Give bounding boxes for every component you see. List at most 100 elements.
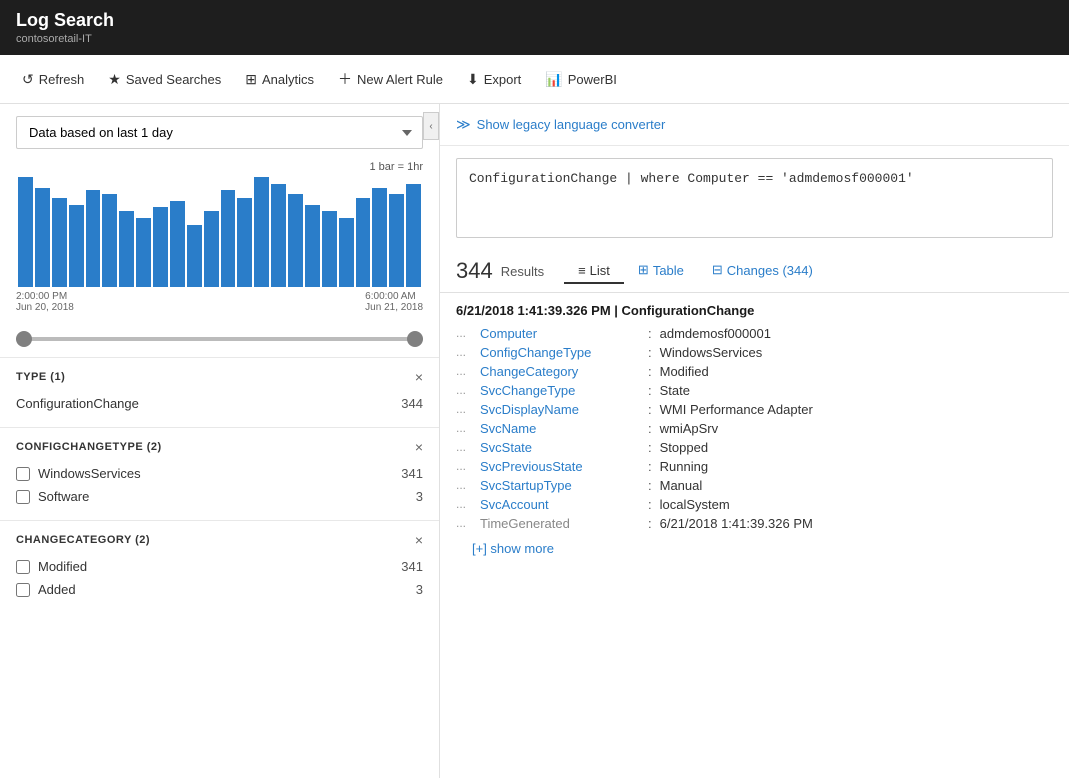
tab-changes[interactable]: ⊟ Changes (344) [698, 258, 827, 284]
tab-list[interactable]: ≡ List [564, 258, 624, 284]
configchangetype-filter-section: CONFIGCHANGETYPE (2) × WindowsServices 3… [0, 427, 439, 520]
software-checkbox[interactable] [16, 490, 30, 504]
type-filter-close[interactable]: × [415, 370, 423, 384]
field-name-svcpreviousstate[interactable]: SvcPreviousState [480, 459, 640, 474]
chart-bar [271, 184, 286, 287]
slider-fill [16, 337, 423, 341]
chart-legend: 1 bar = 1hr [16, 161, 423, 173]
saved-searches-button[interactable]: ★ Saved Searches [98, 65, 231, 94]
slider-thumb-left[interactable] [16, 331, 32, 347]
ellipsis-icon: ... [456, 440, 476, 454]
field-row-computer: ... Computer : admdemosf000001 [456, 324, 1053, 343]
slider-thumb-right[interactable] [407, 331, 423, 347]
field-value-computer: admdemosf000001 [660, 326, 771, 341]
field-name-svcdisplayname[interactable]: SvcDisplayName [480, 402, 640, 417]
slider-area[interactable] [0, 321, 439, 357]
software-label: Software [38, 489, 89, 504]
configchangetype-filter-title: CONFIGCHANGETYPE (2) [16, 441, 162, 453]
collapse-handle[interactable]: ‹ [423, 112, 439, 140]
ellipsis-icon: ... [456, 478, 476, 492]
chart-bar [187, 225, 202, 287]
export-button[interactable]: ⬇ Export [457, 65, 531, 94]
ellipsis-icon: ... [456, 364, 476, 378]
legacy-converter-link[interactable]: Show legacy language converter [477, 117, 666, 132]
chart-label-left: 2:00:00 PM Jun 20, 2018 [16, 291, 74, 313]
chart-bar [86, 190, 101, 287]
modified-checkbox[interactable] [16, 560, 30, 574]
changecategory-filter-close[interactable]: × [415, 533, 423, 547]
ellipsis-icon: ... [456, 402, 476, 416]
field-value-changecategory: Modified [660, 364, 709, 379]
powerbi-button[interactable]: 📊 PowerBI [535, 65, 627, 94]
field-name-svcchangetype[interactable]: SvcChangeType [480, 383, 640, 398]
chart-label-right: 6:00:00 AM Jun 21, 2018 [365, 291, 423, 313]
new-alert-button[interactable]: ＋ New Alert Rule [328, 63, 453, 95]
added-checkbox[interactable] [16, 583, 30, 597]
changecategory-filter-section: CHANGECATEGORY (2) × Modified 341 Added … [0, 520, 439, 613]
type-configchange-count: 344 [401, 396, 423, 411]
field-name-svcstartuptype[interactable]: SvcStartupType [480, 478, 640, 493]
analytics-button[interactable]: ⊞ Analytics [235, 65, 324, 94]
field-row-changecategory: ... ChangeCategory : Modified [456, 362, 1053, 381]
chart-bar [136, 218, 151, 287]
list-item: Added 3 [16, 578, 423, 601]
configchangetype-filter-close[interactable]: × [415, 440, 423, 454]
chart-bar [35, 188, 50, 287]
chart-bar [389, 194, 404, 288]
field-row-svcchangetype: ... SvcChangeType : State [456, 381, 1053, 400]
tab-table[interactable]: ⊞ Table [624, 258, 698, 284]
chart-bar [119, 211, 134, 287]
field-value-svcpreviousstate: Running [660, 459, 708, 474]
show-more-link[interactable]: [+] show more [456, 533, 570, 564]
app-title: Log Search [16, 10, 1053, 31]
field-value-svcstartuptype: Manual [660, 478, 703, 493]
chart-bar [356, 198, 371, 287]
refresh-button[interactable]: ↺ Refresh [12, 65, 94, 94]
query-box[interactable]: ConfigurationChange | where Computer == … [456, 158, 1053, 238]
windowsservices-label: WindowsServices [38, 466, 141, 481]
field-value-timegenerated: 6/21/2018 1:41:39.326 PM [660, 516, 813, 531]
results-count: 344 [456, 258, 493, 284]
field-name-svcaccount[interactable]: SvcAccount [480, 497, 640, 512]
field-name-configchangetype[interactable]: ConfigChangeType [480, 345, 640, 360]
results-label: Results [501, 264, 544, 279]
chart-bar [237, 198, 252, 287]
field-value-svcname: wmiApSrv [660, 421, 719, 436]
chart-container [16, 177, 423, 287]
ellipsis-icon: ... [456, 497, 476, 511]
field-value-svcstate: Stopped [660, 440, 708, 455]
added-count: 3 [416, 582, 423, 597]
plus-icon: ＋ [338, 69, 352, 89]
chart-bar [153, 207, 168, 287]
analytics-icon: ⊞ [245, 71, 257, 88]
chart-bar [221, 190, 236, 287]
ellipsis-icon: ... [456, 516, 476, 530]
type-filter-section: TYPE (1) × ConfigurationChange 344 [0, 357, 439, 427]
windowsservices-checkbox[interactable] [16, 467, 30, 481]
field-name-changecategory[interactable]: ChangeCategory [480, 364, 640, 379]
changecategory-filter-title: CHANGECATEGORY (2) [16, 534, 150, 546]
result-timestamp: 6/21/2018 1:41:39.326 PM | Configuration… [456, 303, 1053, 318]
list-item: Modified 341 [16, 555, 423, 578]
powerbi-icon: 📊 [545, 71, 562, 88]
type-filter-header: TYPE (1) × [16, 370, 423, 384]
ellipsis-icon: ... [456, 459, 476, 473]
field-name-timegenerated: TimeGenerated [480, 516, 640, 531]
chevron-down-double-icon: ≫ [456, 116, 471, 133]
export-icon: ⬇ [467, 71, 479, 88]
field-name-computer[interactable]: Computer [480, 326, 640, 341]
time-filter: Data based on last 1 day Data based on l… [16, 116, 423, 149]
type-filter-title: TYPE (1) [16, 371, 65, 383]
software-count: 3 [416, 489, 423, 504]
time-filter-select[interactable]: Data based on last 1 day Data based on l… [16, 116, 423, 149]
field-name-svcstate[interactable]: SvcState [480, 440, 640, 455]
field-name-svcname[interactable]: SvcName [480, 421, 640, 436]
changecategory-filter-header: CHANGECATEGORY (2) × [16, 533, 423, 547]
field-value-svcchangetype: State [660, 383, 690, 398]
app-subtitle: contosoretail-IT [16, 33, 1053, 45]
list-item: WindowsServices 341 [16, 462, 423, 485]
field-row-timegenerated: ... TimeGenerated : 6/21/2018 1:41:39.32… [456, 514, 1053, 533]
configchangetype-filter-header: CONFIGCHANGETYPE (2) × [16, 440, 423, 454]
field-row-configchangetype: ... ConfigChangeType : WindowsServices [456, 343, 1053, 362]
field-row-svcpreviousstate: ... SvcPreviousState : Running [456, 457, 1053, 476]
